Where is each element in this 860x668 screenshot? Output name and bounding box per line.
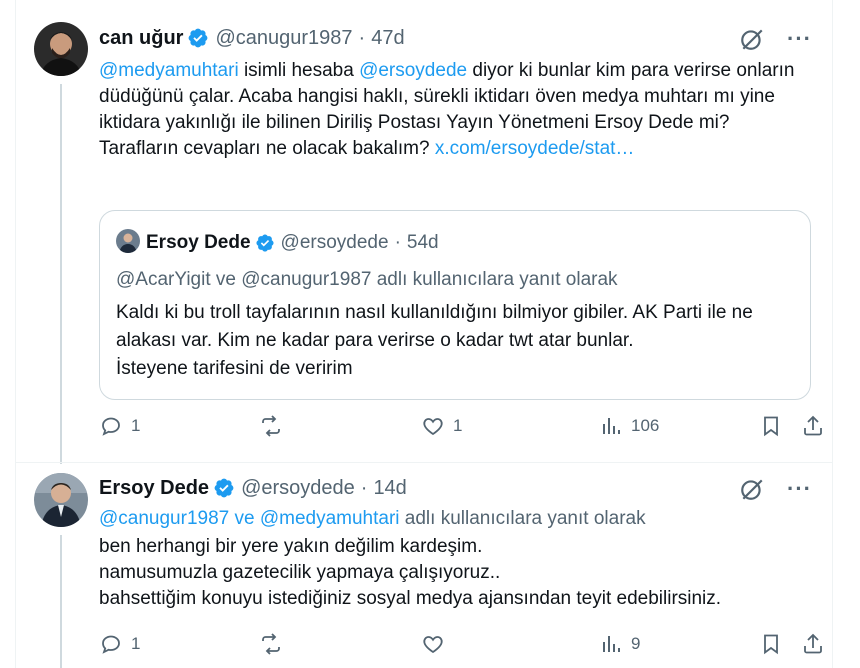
mention-link[interactable]: @canugur1987 ve @medyamuhtari — [99, 508, 400, 529]
mention-link[interactable]: @ersoydede — [359, 60, 467, 81]
verified-badge-icon — [214, 478, 234, 498]
like-count: 1 — [453, 416, 463, 435]
reply-icon — [102, 417, 120, 436]
action-bar: 1 9 — [99, 632, 822, 662]
reply-context-suffix: adlı kullanıcılara yanıt olarak — [399, 508, 646, 529]
view-count: 106 — [631, 416, 660, 435]
bookmark-icon — [764, 416, 778, 437]
author-name[interactable]: Ersoy Dede — [99, 476, 209, 500]
reply-count: 1 — [131, 634, 141, 653]
tweet-text: ben herhangi bir yere yakın değilim kard… — [99, 536, 722, 609]
share-icon — [804, 415, 822, 436]
tweet-1[interactable]: can uğur @canugur1987 · 47d @medyamuhtar… — [16, 0, 832, 464]
separator-dot: · — [358, 27, 366, 49]
author-handle[interactable]: @ersoydede — [241, 476, 355, 500]
like-button[interactable]: 1 — [421, 414, 462, 438]
reply-button[interactable]: 1 — [99, 632, 140, 656]
heart-icon — [423, 418, 443, 436]
grok-icon[interactable] — [739, 26, 765, 52]
tweet-text-part: isimli hesaba — [238, 60, 360, 81]
more-options-icon[interactable]: ··· — [787, 28, 812, 50]
action-bar: 1 1 106 — [99, 414, 822, 444]
verified-badge-icon — [189, 28, 208, 48]
views-icon — [603, 418, 620, 434]
quoted-avatar — [116, 229, 140, 253]
verified-badge-icon — [256, 234, 274, 252]
reply-button[interactable]: 1 — [99, 414, 140, 438]
repost-icon — [262, 633, 280, 655]
separator-dot: · — [360, 477, 368, 499]
separator-dot: · — [394, 232, 401, 253]
timestamp[interactable]: 47d — [371, 26, 404, 50]
tweet-body: Ersoy Dede @ersoydede · 14d @canugur1987… — [99, 476, 819, 612]
repost-button[interactable] — [259, 414, 291, 438]
timestamp[interactable]: 14d — [373, 476, 406, 500]
view-count: 9 — [631, 634, 641, 653]
heart-icon — [423, 636, 443, 654]
views-icon — [603, 636, 620, 652]
bookmark-button[interactable] — [759, 632, 783, 656]
tweet-header: can uğur @canugur1987 · 47d — [99, 26, 819, 50]
quoted-timestamp: 54d — [406, 232, 439, 253]
author-name[interactable]: can uğur — [99, 26, 183, 50]
bookmark-icon — [764, 634, 778, 655]
views-button[interactable]: 9 — [599, 632, 640, 656]
share-button[interactable] — [801, 414, 825, 438]
grok-icon[interactable] — [739, 476, 765, 502]
tweet-header: Ersoy Dede @ersoydede · 14d — [99, 476, 819, 500]
tweet-top-icons: ··· — [739, 476, 812, 502]
reply-icon — [102, 635, 120, 654]
tweet-text: @medyamuhtari isimli hesaba @ersoydede d… — [99, 58, 819, 162]
repost-button[interactable] — [259, 632, 291, 656]
quoted-author-name: Ersoy Dede — [146, 232, 251, 253]
thread-connector — [60, 535, 62, 668]
bookmark-button[interactable] — [759, 414, 783, 438]
views-button[interactable]: 106 — [599, 414, 659, 438]
tweet-top-icons: ··· — [739, 26, 812, 52]
thread-connector — [60, 84, 62, 464]
quoted-header: Ersoy Dede @ersoydede · 54d — [146, 231, 439, 255]
timeline-border-right — [832, 0, 833, 668]
quoted-reply-context: @AcarYigit ve @canugur1987 adlı kullanıc… — [116, 269, 618, 290]
reply-context: @canugur1987 ve @medyamuhtari adlı kulla… — [99, 508, 819, 530]
tweet-body: can uğur @canugur1987 · 47d @medyamuhtar… — [99, 26, 819, 162]
more-options-icon[interactable]: ··· — [787, 478, 812, 500]
repost-icon — [262, 415, 280, 437]
avatar[interactable] — [34, 22, 88, 76]
quoted-tweet[interactable]: Ersoy Dede @ersoydede · 54d @AcarYigit v… — [99, 210, 811, 400]
like-button[interactable] — [421, 632, 453, 656]
tweet-2[interactable]: Ersoy Dede @ersoydede · 14d @canugur1987… — [16, 463, 832, 668]
quoted-author-handle: @ersoydede — [280, 232, 389, 253]
avatar[interactable] — [34, 473, 88, 527]
author-handle[interactable]: @canugur1987 — [215, 26, 352, 50]
share-button[interactable] — [801, 632, 825, 656]
mention-link[interactable]: @medyamuhtari — [99, 60, 239, 81]
share-icon — [804, 633, 822, 654]
reply-count: 1 — [131, 416, 141, 435]
url-link[interactable]: x.com/ersoydede/stat… — [435, 138, 635, 159]
quoted-text: Kaldı ki bu troll tayfalarının nasıl kul… — [116, 302, 753, 379]
